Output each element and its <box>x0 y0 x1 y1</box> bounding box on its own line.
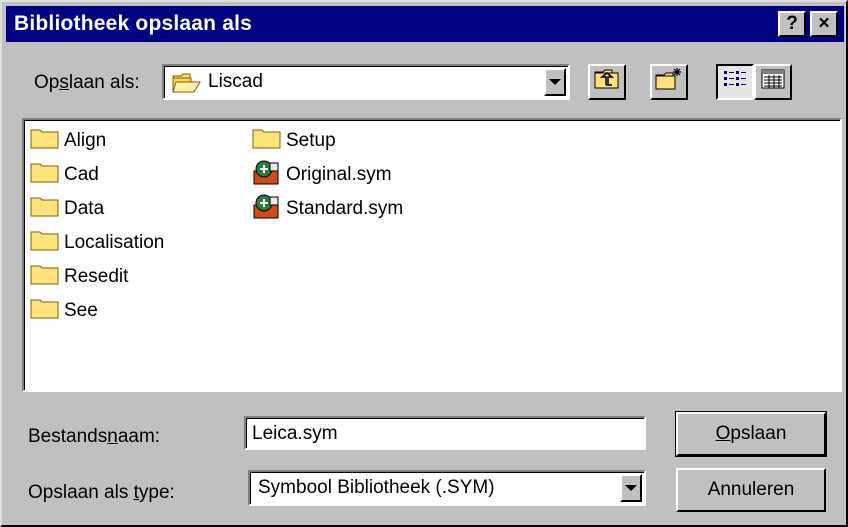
cancel-button-label: Annuleren <box>707 479 795 500</box>
close-icon: × <box>818 13 830 34</box>
folder-icon <box>30 195 60 223</box>
symbol-file-icon <box>252 159 282 191</box>
title-bar[interactable]: Bibliotheek opslaan als ? × <box>6 6 844 42</box>
list-item-folder[interactable]: Align <box>30 126 106 156</box>
save-button[interactable]: Opslaan <box>675 411 827 457</box>
folder-icon <box>30 297 60 325</box>
details-view-icon <box>761 68 785 96</box>
details-view-button[interactable] <box>754 64 792 100</box>
folder-icon <box>30 263 60 291</box>
list-item-folder[interactable]: Cad <box>30 160 99 190</box>
save-button-label: Opslaan <box>715 423 787 444</box>
list-item-folder[interactable]: Setup <box>252 126 336 156</box>
new-folder-icon <box>655 67 683 97</box>
file-list[interactable]: Align Cad Data Localisation Resedit See … <box>22 118 842 392</box>
filetype-combo[interactable]: Symbool Bibliotheek (.SYM) <box>248 470 646 506</box>
list-item-file[interactable]: Original.sym <box>252 160 392 190</box>
save-in-combo[interactable]: Liscad <box>162 64 570 100</box>
up-folder-icon <box>594 68 620 96</box>
folder-icon <box>30 127 60 155</box>
list-view-icon <box>722 68 748 96</box>
save-in-label: Opslaan als: <box>34 72 140 93</box>
save-in-dropdown-button[interactable] <box>544 68 566 96</box>
list-item-folder[interactable]: See <box>30 296 98 326</box>
list-item-folder[interactable]: Localisation <box>30 228 164 258</box>
help-button[interactable]: ? <box>778 11 806 37</box>
save-in-value: Liscad <box>208 71 263 92</box>
symbol-file-icon <box>252 193 282 225</box>
chevron-down-icon <box>549 79 561 85</box>
list-item-file[interactable]: Standard.sym <box>252 194 403 224</box>
open-folder-icon <box>172 72 202 100</box>
folder-icon <box>30 229 60 257</box>
filename-label: Bestandsnaam: <box>28 426 161 447</box>
filetype-value: Symbool Bibliotheek (.SYM) <box>258 477 495 498</box>
chevron-down-icon <box>625 485 637 491</box>
list-item-folder[interactable]: Data <box>30 194 104 224</box>
create-new-folder-button[interactable] <box>650 64 688 100</box>
help-icon: ? <box>786 13 798 34</box>
list-view-button[interactable] <box>716 64 754 100</box>
filename-input[interactable]: Leica.sym <box>244 416 646 450</box>
filetype-dropdown-button[interactable] <box>620 474 642 502</box>
folder-icon <box>252 127 282 155</box>
folder-icon <box>30 161 60 189</box>
filename-value: Leica.sym <box>252 423 338 444</box>
window-title: Bibliotheek opslaan als <box>14 12 252 35</box>
up-one-level-button[interactable] <box>588 64 626 100</box>
list-item-folder[interactable]: Resedit <box>30 262 128 292</box>
cancel-button[interactable]: Annuleren <box>676 468 826 512</box>
save-as-dialog: Bibliotheek opslaan als ? × Opslaan als:… <box>0 0 848 527</box>
filetype-label: Opslaan als type: <box>28 482 175 503</box>
close-button[interactable]: × <box>810 11 838 37</box>
